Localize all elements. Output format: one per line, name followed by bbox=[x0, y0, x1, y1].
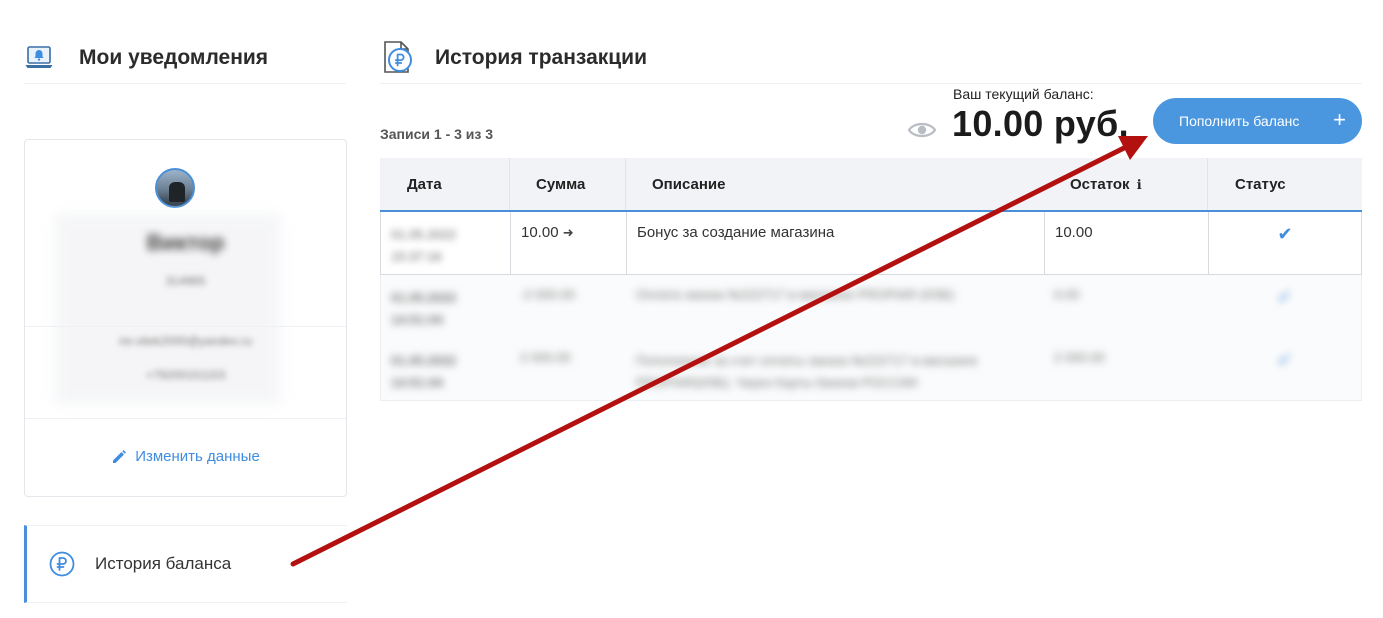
balance-label: Ваш текущий баланс: bbox=[953, 86, 1094, 102]
header-remainder-label: Остаток bbox=[1070, 176, 1130, 193]
profile-phone: +79200151153 bbox=[145, 368, 226, 382]
info-icon[interactable]: ℹ bbox=[1137, 177, 1142, 192]
status-check-icon: ✔ bbox=[1276, 350, 1293, 370]
table-row[interactable]: 01.05.2022 14:51:04 2 000.00 Пополнение … bbox=[380, 338, 1362, 401]
edit-profile-label: Изменить данные bbox=[135, 448, 260, 465]
topup-label: Пополнить баланс bbox=[1179, 113, 1300, 129]
notification-laptop-icon bbox=[25, 46, 53, 68]
notifications-title: Мои уведомления bbox=[79, 46, 269, 69]
cell-amount: 10.00 ➜ bbox=[510, 212, 626, 274]
header-description[interactable]: Описание bbox=[625, 158, 725, 210]
cell-amount: -2 000.00 bbox=[520, 287, 575, 302]
avatar bbox=[155, 168, 195, 208]
page-title: История транзакции bbox=[435, 46, 647, 69]
cell-description: Оплата заказа №222717 в магазине PROPIAR… bbox=[636, 287, 955, 302]
table-row[interactable]: 01.05.2022 15:37:16 10.00 ➜ Бонус за соз… bbox=[380, 212, 1362, 275]
profile-id: 314965 bbox=[165, 274, 206, 288]
profile-email: mr.vitek2000@yandex.ru bbox=[119, 334, 252, 348]
cell-amount: 2 000.00 bbox=[520, 350, 571, 365]
notifications-header: Мои уведомления bbox=[24, 40, 346, 84]
plus-icon: + bbox=[1333, 107, 1346, 132]
status-check-icon: ✔ bbox=[1276, 287, 1293, 307]
cell-remainder: 2 000.00 bbox=[1054, 350, 1105, 365]
table-header: Дата Сумма Описание Остаток ℹ Статус bbox=[380, 158, 1362, 212]
header-date[interactable]: Дата bbox=[407, 158, 442, 210]
pencil-icon bbox=[113, 449, 127, 463]
cell-description: Бонус за создание магазина bbox=[626, 212, 1044, 274]
cell-remainder: 10.00 bbox=[1044, 212, 1208, 274]
sidebar-item-balance-history[interactable]: История баланса bbox=[24, 525, 347, 603]
table-row[interactable]: 01.05.2022 14:51:04 -2 000.00 Оплата зак… bbox=[380, 275, 1362, 338]
divider bbox=[25, 326, 346, 327]
ruble-icon bbox=[49, 551, 75, 577]
profile-name: Виктор bbox=[146, 230, 225, 255]
eye-icon[interactable] bbox=[907, 118, 937, 142]
sign-in-icon: ➜ bbox=[562, 225, 574, 240]
cell-date: 01.05.2022 14:51:04 bbox=[391, 290, 457, 327]
edit-profile-link[interactable]: Изменить данные bbox=[25, 448, 346, 465]
profile-card: Виктор 314965 mr.vitek2000@yandex.ru +79… bbox=[24, 139, 347, 497]
header-remainder[interactable]: Остаток ℹ bbox=[1070, 158, 1142, 210]
balance-amount: 10.00 руб. bbox=[952, 103, 1129, 144]
sidebar-item-label: История баланса bbox=[95, 554, 232, 573]
cell-date: 01.05.2022 14:51:04 bbox=[391, 353, 457, 390]
cell-date: 01.05.2022 15:37:16 bbox=[391, 227, 457, 264]
divider bbox=[25, 418, 346, 419]
transaction-history-header: История транзакции bbox=[380, 40, 1362, 84]
transactions-table: Дата Сумма Описание Остаток ℹ Статус 01.… bbox=[380, 158, 1362, 401]
amount-value: 10.00 bbox=[521, 224, 559, 241]
cell-remainder: 0.00 bbox=[1054, 287, 1080, 302]
header-status[interactable]: Статус bbox=[1207, 158, 1286, 210]
records-count: Записи 1 - 3 из 3 bbox=[380, 126, 494, 142]
document-ruble-icon bbox=[384, 41, 412, 73]
cell-description: Пополнение за счет оплаты заказа №222717… bbox=[636, 353, 978, 390]
header-amount[interactable]: Сумма bbox=[509, 158, 585, 210]
status-check-icon: ✔ bbox=[1208, 212, 1361, 274]
topup-balance-button[interactable]: Пополнить баланс + bbox=[1153, 98, 1362, 144]
